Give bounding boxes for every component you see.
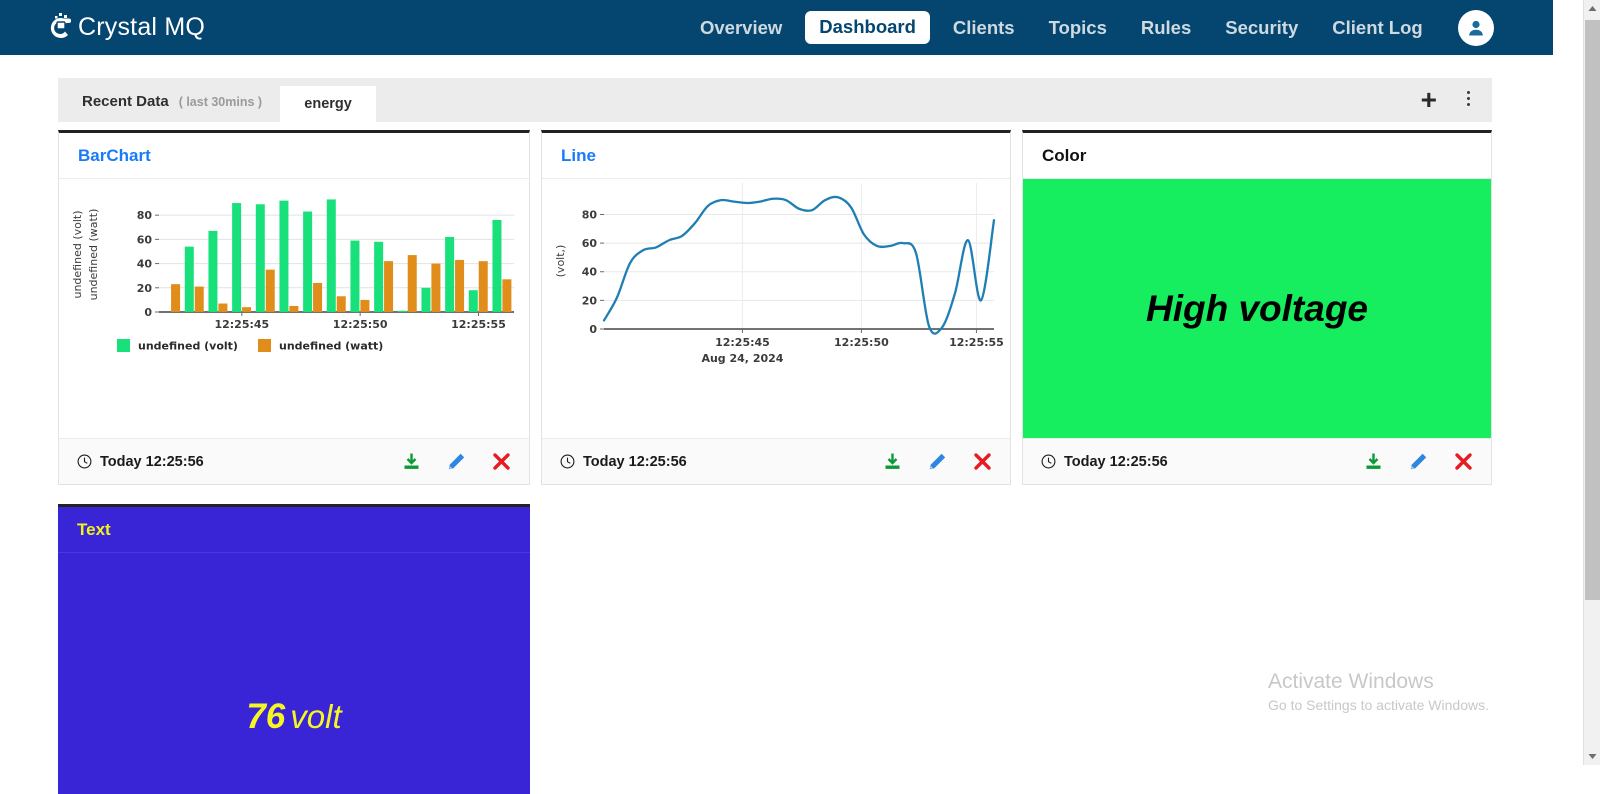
line-timestamp: Today 12:25:56 (583, 453, 687, 470)
svg-text:12:25:45: 12:25:45 (214, 318, 269, 331)
svg-text:undefined (watt): undefined (watt) (87, 209, 100, 301)
clock-icon (560, 454, 575, 469)
line-title: Line (561, 145, 596, 165)
svg-text:(volt,): (volt,) (554, 245, 567, 278)
svg-text:20: 20 (137, 282, 153, 295)
line-actions (883, 452, 992, 471)
watermark-line-2: Go to Settings to activate Windows. (1268, 697, 1489, 713)
nav-links: Overview Dashboard Clients Topics Rules … (683, 0, 1494, 55)
download-icon[interactable] (402, 452, 421, 471)
barchart-timestamp: Today 12:25:56 (100, 453, 204, 470)
svg-text:undefined (watt): undefined (watt) (279, 340, 383, 353)
svg-text:40: 40 (137, 258, 153, 271)
text-value-number: 76 (246, 696, 286, 736)
svg-text:0: 0 (589, 323, 597, 336)
text-value-panel: 76 volt (58, 553, 530, 794)
text-value-unit: volt (290, 697, 342, 735)
user-avatar-icon[interactable] (1457, 9, 1494, 46)
download-icon[interactable] (1364, 452, 1383, 471)
svg-text:undefined (volt): undefined (volt) (71, 210, 84, 298)
nav-item-rules[interactable]: Rules (1124, 0, 1208, 55)
barchart-card-header: BarChart (59, 133, 529, 179)
svg-text:0: 0 (144, 306, 152, 319)
recent-data-label: Recent Data ( last 30mins ) (58, 93, 280, 122)
barchart-plot[interactable]: 0 20 40 60 80 12:25:45 12:25:50 12:25:55 undefin… (59, 179, 529, 438)
line-card-header: Line (542, 133, 1010, 179)
svg-text:60: 60 (137, 233, 153, 246)
clock-icon (77, 454, 92, 469)
svg-text:80: 80 (137, 209, 153, 222)
close-x-icon[interactable] (1454, 452, 1473, 471)
clock-icon (1041, 454, 1056, 469)
recent-data-range: ( last 30mins ) (178, 95, 263, 109)
brand[interactable]: Crystal MQ (45, 12, 205, 44)
text-card-header: Text (58, 507, 530, 553)
text-card: Text 76 volt (58, 504, 530, 794)
svg-text:12:25:50: 12:25:50 (834, 336, 889, 349)
text-body: 76 volt (58, 553, 530, 794)
nav-item-topics[interactable]: Topics (1032, 0, 1124, 55)
line-timestamp-group: Today 12:25:56 (560, 454, 687, 470)
close-x-icon[interactable] (492, 452, 511, 471)
color-timestamp-group: Today 12:25:56 (1041, 454, 1168, 470)
page-scrollbar[interactable] (1583, 0, 1600, 765)
pencil-icon[interactable] (928, 452, 947, 471)
svg-text:12:25:45: 12:25:45 (715, 336, 770, 349)
color-title: Color (1042, 145, 1087, 165)
svg-text:12:25:55: 12:25:55 (451, 318, 506, 331)
color-swatch-panel: High voltage (1023, 179, 1491, 438)
tabstrip-actions: + (1407, 86, 1492, 122)
color-status-text: High voltage (1145, 287, 1369, 329)
svg-text:60: 60 (582, 237, 598, 250)
barchart-title: BarChart (78, 145, 151, 165)
dashboard-tabstrip: Recent Data ( last 30mins ) energy + (58, 78, 1492, 122)
color-timestamp: Today 12:25:56 (1064, 453, 1168, 470)
scroll-down-arrow-icon[interactable] (1584, 748, 1600, 765)
pencil-icon[interactable] (1409, 452, 1428, 471)
scrollbar-thumb[interactable] (1585, 20, 1600, 600)
svg-text:12:25:55: 12:25:55 (949, 336, 1004, 349)
download-icon[interactable] (883, 452, 902, 471)
tab-energy[interactable]: energy (280, 86, 377, 122)
watermark-line-1: Activate Windows (1268, 670, 1434, 693)
text-title: Text (77, 519, 111, 539)
color-body: High voltage (1023, 179, 1491, 438)
recent-data-title: Recent Data (82, 93, 169, 110)
line-plot[interactable]: 0 20 40 60 80 12:25:45 12:25:50 12:25:55 (volt,)… (542, 179, 1010, 438)
scroll-up-arrow-icon[interactable] (1584, 0, 1600, 17)
nav-item-overview[interactable]: Overview (683, 0, 799, 55)
windows-activation-watermark: Activate Windows Go to Settings to activ… (1268, 670, 1489, 713)
plus-icon[interactable]: + (1407, 86, 1451, 114)
kebab-menu-icon[interactable] (1451, 90, 1492, 110)
color-card-footer: Today 12:25:56 (1023, 438, 1491, 484)
brand-name: Crystal MQ (78, 13, 205, 41)
barchart-timestamp-group: Today 12:25:56 (77, 454, 204, 470)
nav-item-dashboard[interactable]: Dashboard (805, 11, 930, 44)
crystal-logo-icon (45, 12, 75, 44)
nav-item-clients[interactable]: Clients (936, 0, 1032, 55)
barchart-body: 0 20 40 60 80 12:25:45 12:25:50 12:25:55 undefin… (59, 179, 529, 438)
top-navbar: Crystal MQ Overview Dashboard Clients To… (0, 0, 1553, 55)
nav-item-security[interactable]: Security (1208, 0, 1315, 55)
close-x-icon[interactable] (973, 452, 992, 471)
barchart-card: BarChart 0 20 40 60 80 12:25:45 12:25:50 12:25:… (58, 130, 530, 485)
pencil-icon[interactable] (447, 452, 466, 471)
line-card: Line 0 20 40 60 80 12:25:45 12:25:50 12:25:55 (v… (541, 130, 1011, 485)
svg-text:undefined (volt): undefined (volt) (138, 340, 238, 353)
barchart-card-footer: Today 12:25:56 (59, 438, 529, 484)
svg-text:Aug 24, 2024: Aug 24, 2024 (701, 352, 783, 365)
svg-text:80: 80 (582, 208, 598, 221)
color-actions (1364, 452, 1473, 471)
barchart-actions (402, 452, 511, 471)
svg-text:12:25:50: 12:25:50 (333, 318, 388, 331)
line-body: 0 20 40 60 80 12:25:45 12:25:50 12:25:55 (volt,)… (542, 179, 1010, 438)
svg-text:20: 20 (582, 294, 598, 307)
svg-text:40: 40 (582, 266, 598, 279)
color-card-header: Color (1023, 133, 1491, 179)
color-card: Color High voltage Today 12:25:56 (1022, 130, 1492, 485)
line-card-footer: Today 12:25:56 (542, 438, 1010, 484)
text-value-group: 76 volt (246, 697, 341, 737)
nav-item-client-log[interactable]: Client Log (1315, 0, 1439, 55)
